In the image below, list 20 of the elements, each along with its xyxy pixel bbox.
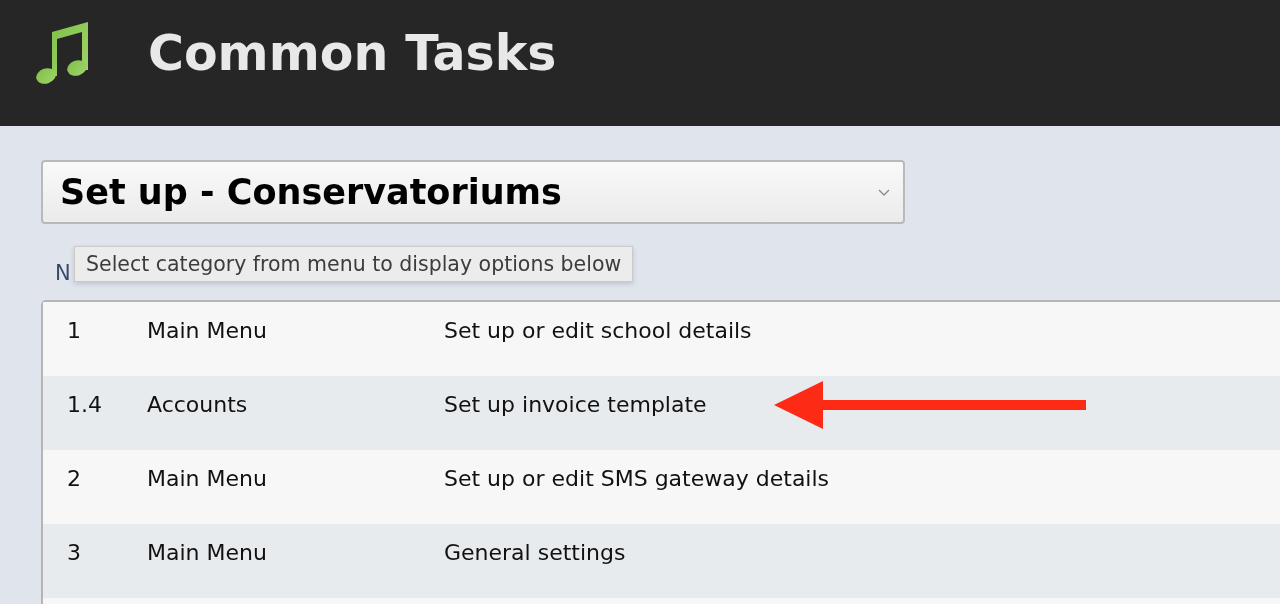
table-cell: Main Menu — [147, 317, 267, 345]
music-notes-icon — [36, 22, 88, 84]
table-cell: Main Menu — [147, 539, 267, 567]
table-cell: 1 — [67, 317, 81, 345]
table-cell: Set up or edit SMS gateway details — [444, 465, 830, 493]
table-cell: Main Menu — [147, 465, 267, 493]
chevron-down-icon — [878, 188, 890, 196]
tooltip: Select category from menu to display options below — [74, 246, 634, 282]
table-cell: Set up invoice template — [444, 391, 707, 419]
table-row[interactable]: 3 Main Menu General settings — [43, 524, 1280, 598]
table-cell: Set up or edit school details — [444, 317, 752, 345]
table-cell: General settings — [444, 539, 626, 567]
table-row[interactable]: 1.4 Accounts Set up invoice template — [43, 376, 1280, 450]
column-header: N — [55, 261, 71, 286]
table-cell: 1.4 — [67, 391, 102, 419]
table-cell: 2 — [67, 465, 81, 493]
table-cell: Accounts — [147, 391, 248, 419]
category-dropdown[interactable]: Set up - Conservatoriums — [41, 160, 905, 224]
table-cell: 3 — [67, 539, 81, 567]
page-title: Common Tasks — [148, 27, 557, 81]
